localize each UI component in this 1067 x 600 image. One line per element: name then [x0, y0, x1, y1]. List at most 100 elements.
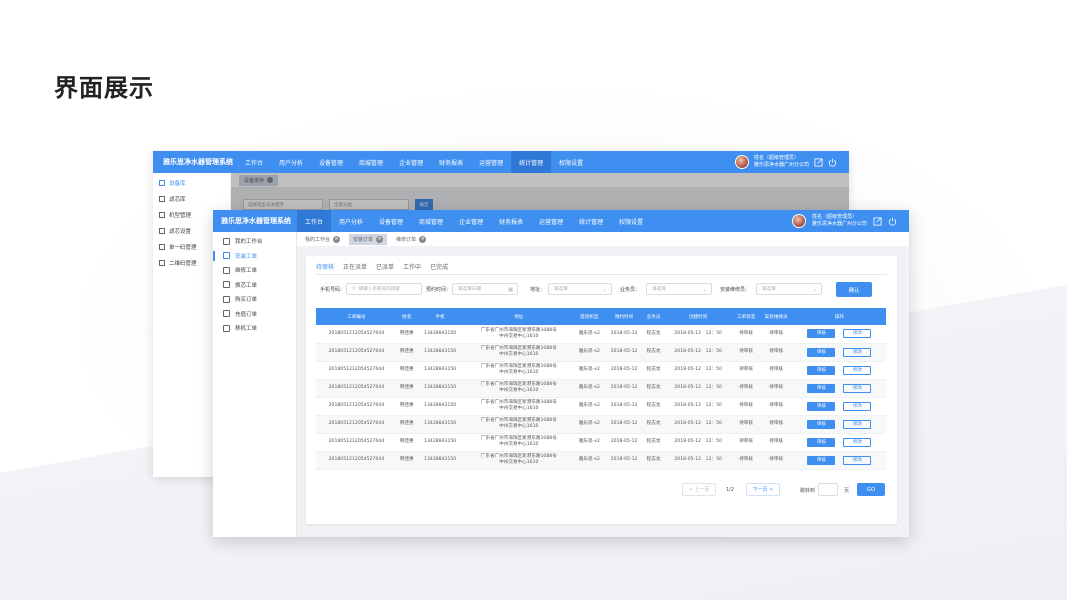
nav-item[interactable]: 商城管理 — [351, 151, 391, 173]
edit-button[interactable]: 修改 — [843, 419, 872, 429]
appointment-date-input[interactable]: 请选择日期 ▦ — [452, 283, 518, 295]
audit-button[interactable]: 审核 — [807, 455, 836, 465]
power-icon[interactable] — [828, 158, 837, 167]
tab-item[interactable]: 安装订单 × — [349, 233, 388, 245]
cell-installer[interactable]: 待审核 — [759, 343, 793, 362]
menu-icon — [159, 260, 165, 266]
prev-page-button[interactable]: < 上一页 — [682, 483, 716, 496]
nav-item[interactable]: 用户分析 — [271, 151, 311, 173]
nav-item[interactable]: 企业管理 — [451, 210, 491, 232]
cell-actions: 审核 修改 — [792, 415, 886, 434]
cell-sales: 程志龙 — [643, 433, 664, 452]
user-name: 姓名（超级管理员） — [811, 214, 857, 220]
nav-item[interactable]: 设备管理 — [371, 210, 411, 232]
cell-status[interactable]: 待审核 — [732, 397, 760, 416]
sidebar-item[interactable]: 维修工单 — [213, 263, 296, 278]
power-icon[interactable] — [888, 217, 897, 226]
close-icon[interactable]: × — [419, 235, 427, 243]
cell-id: 2018051212054527644 — [316, 433, 397, 452]
menu-icon — [223, 310, 230, 318]
cell-installer[interactable]: 待审核 — [759, 451, 793, 470]
nav-item[interactable]: 用户分析 — [331, 210, 371, 232]
front-topbar: 雅乐思净水器管理系统 工作台 用户分析 设备管理 商城管理 企业管理 财务报表 运营管理 统计… — [213, 210, 909, 232]
cell-created: 2018-05-12 12：50 — [663, 379, 733, 398]
sidebar-item[interactable]: 设备库 — [153, 175, 230, 191]
sidebar-item[interactable]: 购买订单 — [213, 292, 296, 307]
edit-icon[interactable] — [873, 216, 882, 226]
audit-button[interactable]: 审核 — [807, 383, 836, 393]
audit-button[interactable]: 审核 — [807, 347, 836, 357]
tab-item[interactable]: 我的工作台 × — [301, 234, 344, 245]
edit-button[interactable]: 修改 — [843, 437, 872, 447]
sidebar-item-label: 滤芯库 — [169, 197, 186, 203]
edit-button[interactable]: 修改 — [843, 455, 872, 465]
next-page-button[interactable]: 下一页 > — [746, 483, 780, 496]
close-icon[interactable]: × — [376, 235, 384, 243]
cell-installer[interactable]: 待审核 — [759, 397, 793, 416]
close-icon[interactable]: × — [333, 235, 341, 243]
nav-item[interactable]: 设备管理 — [311, 151, 351, 173]
confirm-button[interactable]: 确认 — [836, 282, 872, 297]
cell-status[interactable]: 待审核 — [732, 343, 760, 362]
avatar[interactable] — [734, 155, 749, 169]
cell-status[interactable]: 待审核 — [732, 361, 760, 380]
nav-item[interactable]: 统计管理 — [511, 151, 552, 173]
sidebar-item[interactable]: 移机工单 — [213, 321, 296, 336]
sidebar-item[interactable]: 安装工单 — [213, 249, 296, 264]
audit-button[interactable]: 审核 — [807, 419, 836, 429]
edit-button[interactable]: 修改 — [843, 365, 872, 375]
cell-address: 广东省广州市海珠区新港东路1088号 中州交易中心1610 — [463, 397, 575, 416]
nav-item[interactable]: 权限设置 — [611, 210, 651, 232]
sidebar-item[interactable]: 换芯工单 — [213, 278, 296, 293]
address-line: 中州交易中心1610 — [499, 424, 539, 429]
address-line: 中州交易中心1610 — [499, 388, 539, 393]
nav-item[interactable]: 权限设置 — [551, 151, 591, 173]
page-number-input[interactable] — [818, 483, 838, 496]
nav-item[interactable]: 财务报表 — [491, 210, 531, 232]
edit-button[interactable]: 修改 — [843, 347, 872, 357]
edit-button[interactable]: 修改 — [843, 401, 872, 411]
cell-status[interactable]: 待审核 — [732, 415, 760, 434]
avatar[interactable] — [791, 214, 806, 228]
audit-button[interactable]: 审核 — [807, 329, 836, 339]
nav-item[interactable]: 工作台 — [237, 151, 271, 173]
nav-item[interactable]: 统计管理 — [571, 210, 611, 232]
cell-status[interactable]: 待审核 — [732, 433, 760, 452]
cell-installer[interactable]: 待审核 — [759, 433, 793, 452]
nav-item[interactable]: 财务报表 — [431, 151, 471, 173]
cell-address: 广东省广州市海珠区新港东路1088号 中州交易中心1610 — [463, 325, 575, 344]
cell-installer[interactable]: 待审核 — [759, 379, 793, 398]
user-company: 雅乐思净水器广州分公司 — [753, 162, 809, 168]
cell-installer[interactable]: 待审核 — [759, 361, 793, 380]
audit-button[interactable]: 审核 — [807, 437, 836, 447]
cell-status[interactable]: 待审核 — [732, 451, 760, 470]
edit-button[interactable]: 修改 — [843, 329, 872, 339]
nav-item[interactable]: 商城管理 — [411, 210, 451, 232]
tab-item[interactable]: 维修订单 × — [392, 234, 430, 245]
cell-status[interactable]: 待审核 — [732, 325, 760, 344]
cell-address: 广东省广州市海珠区新港东路1088号 中州交易中心1610 — [463, 415, 575, 434]
audit-button[interactable]: 审核 — [807, 401, 836, 411]
edit-icon[interactable] — [814, 157, 823, 167]
phone-search-input[interactable]: ⚲ 请输入手机号码搜索 — [346, 283, 422, 295]
address-select[interactable]: 请选择 ⌄ — [548, 283, 612, 295]
sales-select[interactable]: 请选择 ⌄ — [646, 283, 712, 295]
sidebar-item[interactable]: 滤芯库 — [153, 191, 230, 207]
installer-select[interactable]: 请选择 ⌄ — [756, 283, 822, 295]
tab-label: 维修订单 — [396, 236, 417, 243]
edit-button[interactable]: 修改 — [843, 383, 872, 393]
cell-id: 2018051212054527644 — [316, 379, 397, 398]
go-button[interactable]: GO — [857, 483, 885, 496]
cell-address: 广东省广州市海珠区新港东路1088号 中州交易中心1610 — [463, 361, 575, 380]
cell-installer[interactable]: 待审核 — [759, 415, 793, 434]
nav-item[interactable]: 运营管理 — [531, 210, 571, 232]
sidebar-item[interactable]: 充值订单 — [213, 307, 296, 322]
nav-item[interactable]: 企业管理 — [391, 151, 431, 173]
cell-status[interactable]: 待审核 — [732, 379, 760, 398]
cell-installer[interactable]: 待审核 — [759, 325, 793, 344]
sidebar-item[interactable]: 我的工作台 — [213, 234, 296, 249]
audit-button[interactable]: 审核 — [807, 365, 836, 375]
calendar-icon: ▦ — [508, 287, 513, 293]
nav-item[interactable]: 运营管理 — [471, 151, 511, 173]
nav-item[interactable]: 工作台 — [297, 210, 332, 232]
